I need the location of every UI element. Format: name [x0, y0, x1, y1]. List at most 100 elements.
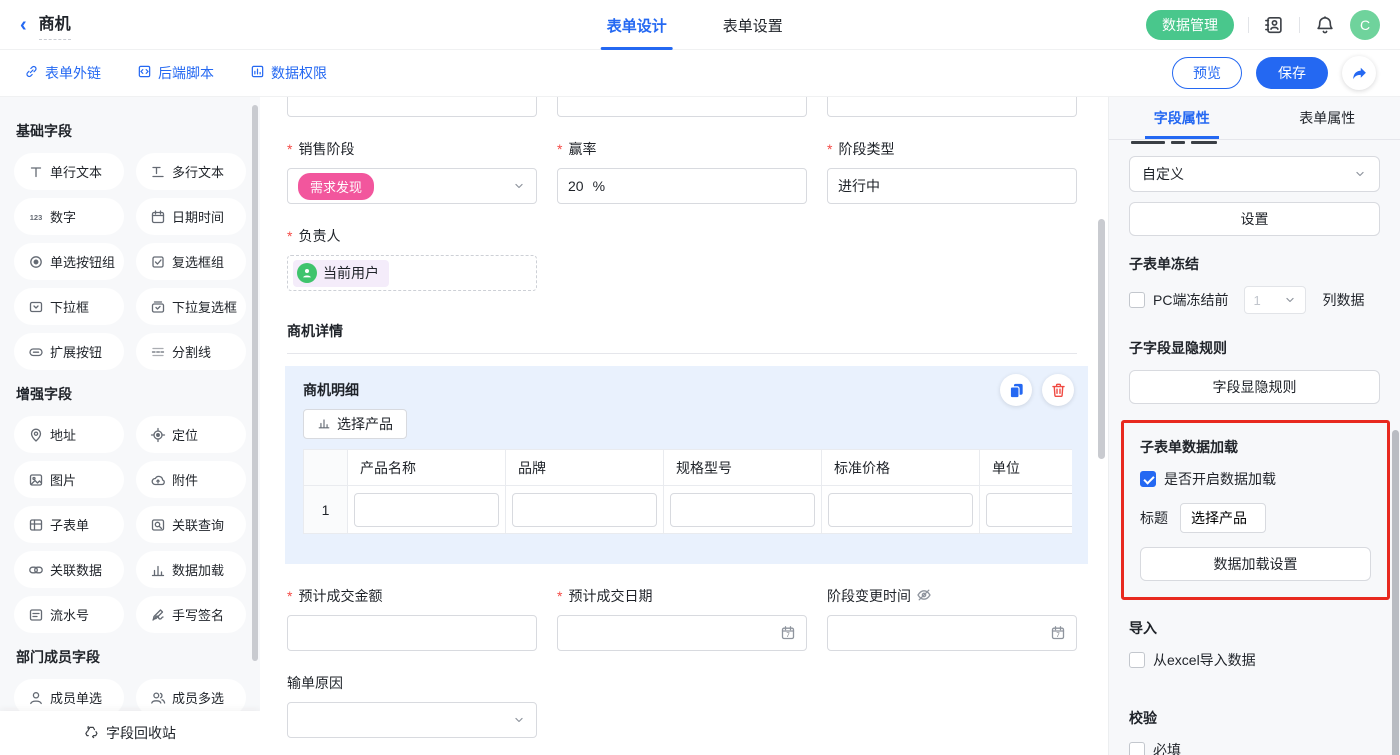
toolbar-links: 表单外链 后端脚本 数据权限 [24, 63, 327, 83]
tab-form-properties[interactable]: 表单属性 [1255, 97, 1400, 139]
cell-input[interactable] [512, 493, 657, 527]
field-stage-change-time[interactable]: 阶段变更时间 7 [827, 564, 1077, 651]
enhanced-fields-grid: 地址 定位 图片 附件 [14, 416, 246, 633]
lose-reason-select[interactable] [287, 702, 537, 738]
toolbar-link[interactable]: 表单外链 [24, 63, 101, 83]
user-avatar[interactable]: C [1350, 10, 1380, 40]
expected-amount-input[interactable] [287, 615, 537, 651]
subform-field-selected[interactable]: 商机明细 选择产品 产品 [285, 366, 1088, 564]
select-product-button[interactable]: 选择产品 [303, 409, 407, 439]
field-type-pill[interactable]: 数据加载 [136, 551, 246, 588]
divider [1248, 17, 1249, 33]
win-rate-unit: % [593, 178, 605, 194]
stage-change-time-input[interactable]: 7 [827, 615, 1077, 651]
data-load-settings-button[interactable]: 数据加载设置 [1140, 547, 1371, 581]
stage-type-input[interactable]: 进行中 [827, 168, 1077, 204]
field-type-pill[interactable]: 附件 [136, 461, 246, 498]
back-icon[interactable]: ‹ [20, 15, 27, 35]
field-win-rate[interactable]: 赢率 20 % [557, 117, 807, 204]
field-type-pill[interactable]: 图片 [14, 461, 124, 498]
external-link-icon [24, 64, 39, 82]
panel-scrollbar[interactable] [1392, 430, 1399, 755]
field-type-pill[interactable]: 子表单 [14, 506, 124, 543]
canvas-scrollbar[interactable] [1098, 219, 1105, 459]
multi-select-icon [149, 298, 166, 315]
clipped-label-fragment [1131, 141, 1380, 148]
visibility-rules-button[interactable]: 字段显隐规则 [1129, 370, 1380, 404]
clipped-input[interactable] [287, 97, 537, 117]
cell-input[interactable] [670, 493, 815, 527]
win-rate-input[interactable]: 20 % [557, 168, 807, 204]
save-button[interactable]: 保存 [1256, 57, 1328, 89]
field-type-pill[interactable]: 复选框组 [136, 243, 246, 280]
excel-import-row: 从excel导入数据 [1129, 650, 1380, 670]
data-load-toggle-row: 是否开启数据加载 [1140, 469, 1371, 489]
contact-book-icon[interactable] [1263, 14, 1285, 36]
share-icon[interactable] [1342, 56, 1376, 90]
expected-date-input[interactable]: 7 [557, 615, 807, 651]
field-type-pill[interactable]: 下拉框 [14, 288, 124, 325]
page-title[interactable]: 商机 [39, 10, 71, 40]
field-stage-type[interactable]: 阶段类型 进行中 [827, 117, 1077, 204]
sidebar-scrollbar[interactable] [252, 105, 258, 661]
address-icon [27, 426, 44, 443]
data-manage-button[interactable]: 数据管理 [1146, 10, 1234, 40]
trash-icon[interactable] [1042, 374, 1074, 406]
field-type-pill[interactable]: 手写签名 [136, 596, 246, 633]
linked-data-icon [27, 561, 44, 578]
cell-input[interactable] [986, 493, 1072, 527]
field-lose-reason[interactable]: 输单原因 [287, 651, 537, 738]
clipped-field-row [287, 97, 1088, 117]
owner-picker[interactable]: 当前用户 [287, 255, 537, 291]
freeze-column-count-select[interactable]: 1 [1244, 286, 1306, 314]
chevron-down-icon [512, 713, 526, 727]
freeze-checkbox[interactable] [1129, 292, 1145, 308]
field-type-pill[interactable]: 多行文本 [136, 153, 246, 190]
field-type-pill[interactable]: 流水号 [14, 596, 124, 633]
copy-icon[interactable] [1000, 374, 1032, 406]
excel-import-checkbox[interactable] [1129, 652, 1145, 668]
bell-icon[interactable] [1314, 14, 1336, 36]
field-type-pill[interactable]: 单选按钮组 [14, 243, 124, 280]
attachment-icon [149, 471, 166, 488]
field-type-pill[interactable]: 分割线 [136, 333, 246, 370]
settings-button[interactable]: 设置 [1129, 202, 1380, 236]
field-type-pill[interactable]: 123 数字 [14, 198, 124, 235]
clipped-input[interactable] [827, 97, 1077, 117]
toolbar-link[interactable]: 后端脚本 [137, 63, 214, 83]
field-type-pill[interactable]: 日期时间 [136, 198, 246, 235]
cell-input[interactable] [354, 493, 499, 527]
field-type-pill[interactable]: 关联查询 [136, 506, 246, 543]
chevron-down-icon [1353, 167, 1367, 181]
required-checkbox[interactable] [1129, 742, 1145, 755]
field-owner[interactable]: 负责人 当前用户 [287, 204, 537, 291]
field-recycle-bin[interactable]: 字段回收站 [0, 711, 260, 755]
clipped-input[interactable] [557, 97, 807, 117]
sales-stage-select[interactable]: 需求发现 [287, 168, 537, 204]
preview-button[interactable]: 预览 [1172, 57, 1242, 89]
field-type-pill[interactable]: 扩展按钮 [14, 333, 124, 370]
radio-group-icon [27, 253, 44, 270]
cell-input[interactable] [828, 493, 973, 527]
field-type-pill[interactable]: 地址 [14, 416, 124, 453]
calendar-icon: 7 [780, 625, 796, 641]
location-icon [149, 426, 166, 443]
row-number-header [304, 450, 348, 486]
svg-text:123: 123 [29, 213, 42, 222]
field-type-pill[interactable]: 定位 [136, 416, 246, 453]
data-load-checkbox[interactable] [1140, 471, 1156, 487]
field-type-pill[interactable]: 关联数据 [14, 551, 124, 588]
field-expected-amount[interactable]: 预计成交金额 [287, 564, 537, 651]
table-cell [664, 486, 822, 534]
table-cell [822, 486, 980, 534]
field-type-pill[interactable]: 单行文本 [14, 153, 124, 190]
custom-option-select[interactable]: 自定义 [1129, 156, 1380, 192]
toolbar-link[interactable]: 数据权限 [250, 63, 327, 83]
tab-form-design[interactable]: 表单设计 [607, 0, 667, 50]
field-expected-date[interactable]: 预计成交日期 7 [557, 564, 807, 651]
tab-field-properties[interactable]: 字段属性 [1109, 97, 1255, 139]
data-load-title-input[interactable] [1180, 503, 1266, 533]
tab-form-settings[interactable]: 表单设置 [723, 0, 783, 50]
field-type-pill[interactable]: 下拉复选框 [136, 288, 246, 325]
field-sales-stage[interactable]: 销售阶段 需求发现 [287, 117, 537, 204]
